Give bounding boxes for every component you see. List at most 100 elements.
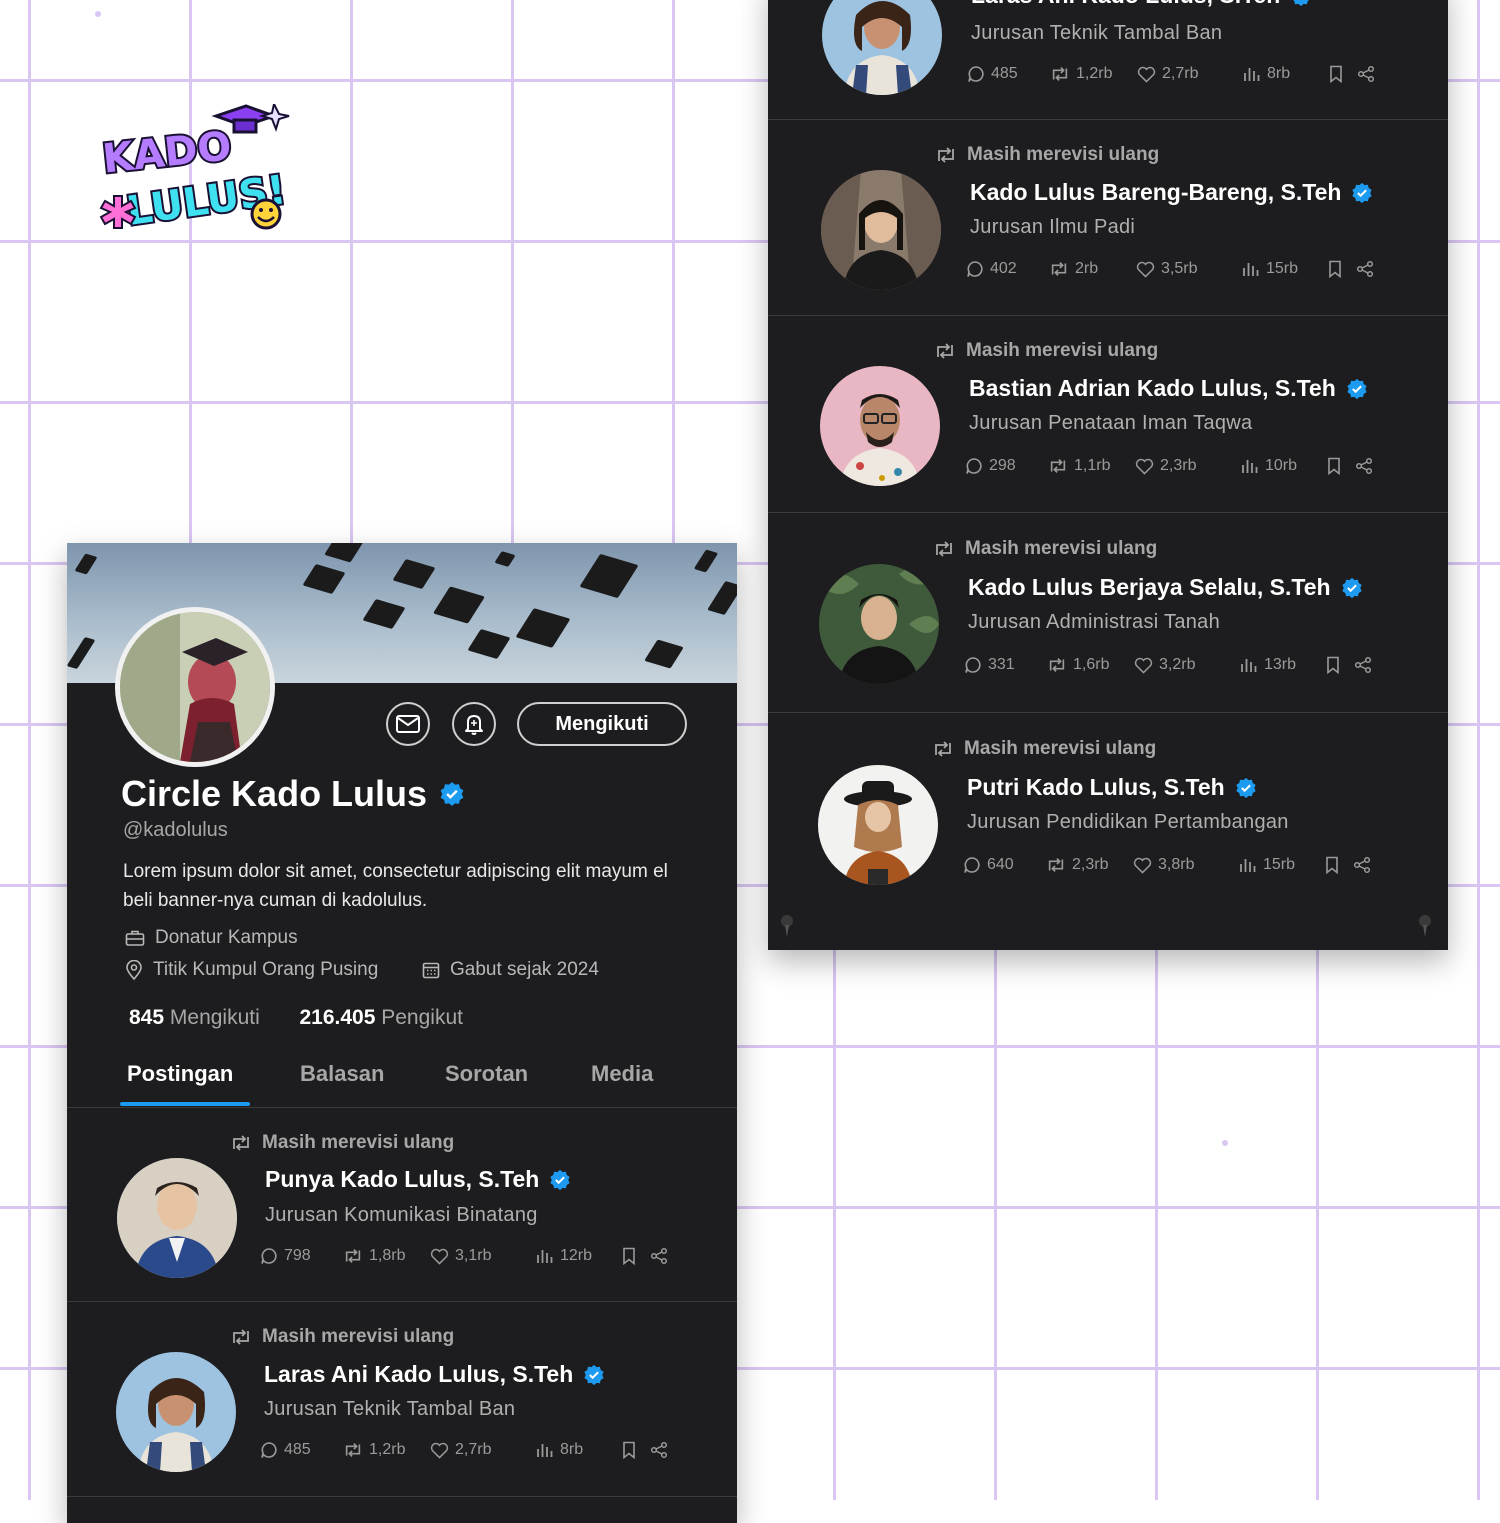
bookmark-action[interactable]: [622, 1247, 636, 1265]
post-author[interactable]: Bastian Adrian Kado Lulus, S.Teh: [969, 375, 1336, 402]
share-action[interactable]: [1357, 65, 1375, 83]
reply-icon: [968, 66, 984, 82]
notify-button[interactable]: [452, 702, 496, 746]
tab-postingan[interactable]: Postingan: [127, 1061, 233, 1087]
reply-icon: [966, 458, 982, 474]
reply-action[interactable]: 331: [964, 656, 1015, 674]
verified-badge-icon: [1341, 577, 1362, 598]
followers-stat[interactable]: 216.405 Pengikut: [299, 1006, 463, 1029]
post-author[interactable]: Punya Kado Lulus, S.Teh: [265, 1166, 539, 1193]
post-author[interactable]: Putri Kado Lulus, S.Teh: [967, 774, 1225, 801]
reply-action[interactable]: 485: [260, 1441, 311, 1459]
views-action[interactable]: 15rb: [1242, 260, 1298, 278]
reply-action[interactable]: 402: [966, 260, 1017, 278]
bookmark-action[interactable]: [1329, 65, 1343, 83]
heart-icon: [1137, 66, 1156, 83]
post-item[interactable]: Laras Ani Kado Lulus, S.Teh Jurusan Tekn…: [768, 0, 1448, 120]
repost-action[interactable]: 2rb: [1049, 260, 1098, 278]
share-action[interactable]: [1353, 856, 1371, 874]
post-author-row: Putri Kado Lulus, S.Teh: [967, 774, 1257, 801]
reply-action[interactable]: 298: [965, 457, 1016, 475]
repost-icon: [1052, 67, 1068, 81]
like-action[interactable]: 3,1rb: [430, 1247, 491, 1265]
like-action[interactable]: 3,8rb: [1133, 856, 1194, 874]
verified-badge-icon: [584, 1364, 604, 1385]
reply-action[interactable]: 640: [963, 856, 1014, 874]
active-tab-indicator: [120, 1102, 250, 1106]
post-actions: 485 1,2rb 2,7rb 8rb: [967, 65, 1387, 89]
bookmark-action[interactable]: [1326, 656, 1340, 674]
repost-action[interactable]: 1,6rb: [1047, 656, 1109, 674]
post-item[interactable]: Masih merevisi ulang Putri Kado Lulus, S…: [768, 712, 1448, 950]
calendar-icon: [422, 962, 440, 979]
post-item[interactable]: Masih merevisi ulang Laras Ani Kado Lulu…: [67, 1301, 737, 1497]
post-avatar[interactable]: [117, 1158, 237, 1278]
post-author[interactable]: Laras Ani Kado Lulus, S.Teh: [264, 1361, 573, 1388]
tab-balasan[interactable]: Balasan: [300, 1061, 384, 1087]
views-chart-icon: [1243, 263, 1259, 276]
post-avatar[interactable]: [820, 366, 940, 486]
post-item[interactable]: Masih merevisi ulang Kado Lulus Berjaya …: [768, 512, 1448, 713]
reply-action[interactable]: 798: [260, 1247, 311, 1265]
repost-action[interactable]: 1,2rb: [343, 1441, 405, 1459]
views-action[interactable]: 15rb: [1239, 856, 1295, 874]
views-action[interactable]: 13rb: [1240, 656, 1296, 674]
feed-card: Laras Ani Kado Lulus, S.Teh Jurusan Tekn…: [768, 0, 1448, 950]
followers-count: 216.405: [299, 1006, 376, 1029]
post-item[interactable]: Masih merevisi ulang Bastian Adrian Kado…: [768, 315, 1448, 513]
repost-action[interactable]: 1,1rb: [1048, 457, 1110, 475]
following-button[interactable]: Mengikuti: [517, 702, 687, 746]
repost-count: 1,6rb: [1073, 656, 1110, 673]
bookmark-action[interactable]: [622, 1441, 636, 1459]
post-avatar[interactable]: [821, 170, 941, 290]
heart-icon: [1134, 657, 1153, 674]
like-action[interactable]: 2,7rb: [1137, 65, 1198, 83]
profile-location-text: Titik Kumpul Orang Pusing: [153, 959, 379, 980]
profile-avatar[interactable]: [115, 607, 275, 767]
post-item[interactable]: Masih merevisi ulang Kado Lulus Bareng-B…: [768, 119, 1448, 316]
like-action[interactable]: 2,3rb: [1135, 457, 1196, 475]
repost-action[interactable]: 1,2rb: [1050, 65, 1112, 83]
share-action[interactable]: [1354, 656, 1372, 674]
repost-icon: [1048, 858, 1064, 872]
repost-icon: [1050, 459, 1066, 473]
share-action[interactable]: [1355, 457, 1373, 475]
repost-action[interactable]: 1,8rb: [343, 1247, 405, 1265]
post-avatar[interactable]: [819, 564, 939, 684]
post-actions: 298 1,1rb 2,3rb 10rb: [965, 457, 1385, 481]
post-author[interactable]: Laras Ani Kado Lulus, S.Teh: [971, 0, 1280, 9]
views-count: 15rb: [1266, 260, 1299, 277]
like-action[interactable]: 3,5rb: [1136, 260, 1197, 278]
post-avatar[interactable]: [822, 0, 942, 95]
reply-icon: [965, 657, 981, 673]
post-author[interactable]: Kado Lulus Bareng-Bareng, S.Teh: [970, 179, 1341, 206]
post-author[interactable]: Kado Lulus Berjaya Selalu, S.Teh: [968, 574, 1331, 601]
views-action[interactable]: 8rb: [1243, 65, 1290, 83]
following-stat[interactable]: 845 Mengikuti: [129, 1006, 260, 1029]
post-avatar[interactable]: [818, 765, 938, 885]
share-action[interactable]: [650, 1441, 668, 1459]
tab-sorotan[interactable]: Sorotan: [445, 1061, 528, 1087]
bookmark-action[interactable]: [1325, 856, 1339, 874]
like-action[interactable]: 2,7rb: [430, 1441, 491, 1459]
heart-icon: [430, 1248, 449, 1265]
views-action[interactable]: 12rb: [536, 1247, 592, 1265]
post-avatar[interactable]: [116, 1352, 236, 1472]
bookmark-action[interactable]: [1328, 260, 1342, 278]
views-action[interactable]: 10rb: [1241, 457, 1297, 475]
tab-media[interactable]: Media: [591, 1061, 653, 1087]
repost-count: 2,3rb: [1072, 856, 1109, 873]
share-action[interactable]: [1356, 260, 1374, 278]
bookmark-action[interactable]: [1327, 457, 1341, 475]
views-count: 10rb: [1265, 457, 1298, 474]
repost-action[interactable]: 2,3rb: [1046, 856, 1108, 874]
repost-icon: [345, 1443, 361, 1457]
like-count: 2,7rb: [1162, 65, 1199, 82]
message-button[interactable]: [386, 702, 430, 746]
views-action[interactable]: 8rb: [536, 1441, 583, 1459]
post-item[interactable]: Masih merevisi ulang Punya Kado Lulus, S…: [67, 1108, 737, 1302]
like-action[interactable]: 3,2rb: [1134, 656, 1195, 674]
share-action[interactable]: [650, 1247, 668, 1265]
post-author-row: Laras Ani Kado Lulus, S.Teh: [971, 0, 1312, 9]
reply-action[interactable]: 485: [967, 65, 1018, 83]
